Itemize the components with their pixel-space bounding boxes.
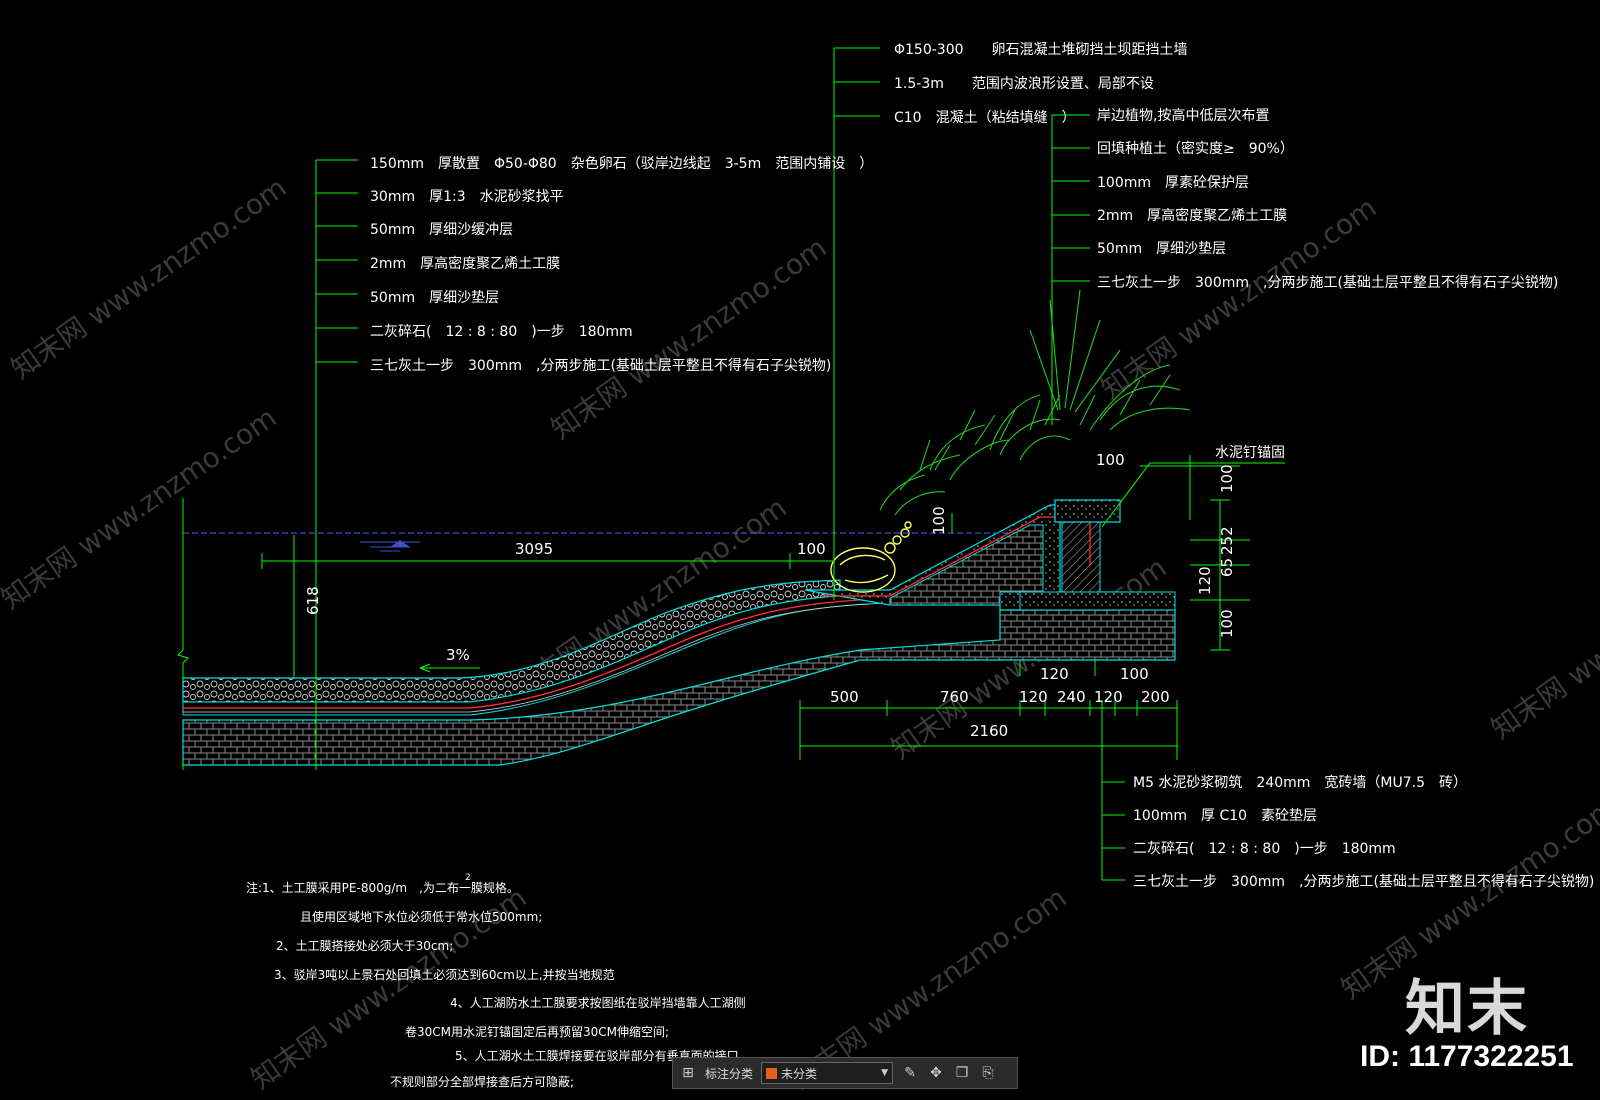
dim-r100b: 100 [1218,609,1236,638]
dim-b120c: 120 [1094,688,1123,706]
dim-r100a: 100 [1218,464,1236,493]
dim-b2160: 2160 [970,722,1008,740]
left-layer-label: 30mm 厚1:3 水泥砂浆找平 [370,189,564,205]
color-swatch-icon [766,1067,778,1079]
right-layer-label: 100mm 厚素砼保护层 [1097,175,1249,191]
dim-618: 618 [304,586,322,615]
dim-r65: 65 [1218,558,1236,577]
dim-100-top: 100 [1096,451,1125,469]
watermark-text: 知末网 www.znzmo.com [1485,531,1600,746]
right-layer-label: 50mm 厚细沙垫层 [1097,241,1226,257]
dim-b500: 500 [830,688,859,706]
top-note: 1.5-3m 范围内波浪形设置、局部不设 [894,75,1154,92]
note-line: 卷30CM用水泥钉锚固定后再预留30CM伸缩空间; [405,1024,669,1039]
category-select-value: 未分类 [781,1066,818,1081]
cad-drawing: 知末网 www.znzmo.com 知末网 www.znzmo.com 知末网 … [0,42,1600,1096]
dim-b120b: 120 [1019,688,1048,706]
top-note: C10 混凝土（粘结填缝 ） [894,110,1076,126]
top-leaders [834,47,880,117]
chevron-down-icon: ▼ [881,1068,889,1078]
note-line: 3、驳岸3吨以上景石处回填土必须达到60cm以上,并按当地规范 [274,967,615,982]
left-layer-label: 150mm 厚散置 Φ50-Φ80 杂色卵石（驳岸边线起 3-5m 范围内铺设 … [370,155,873,172]
watermarks: 知末网 www.znzmo.com 知末网 www.znzmo.com 知末网 … [0,171,1600,1096]
wall-cap [1054,499,1121,523]
dim-100-mid: 100 [930,506,948,535]
toolbar-label: 标注分类 [705,1066,754,1081]
dim-100-left: 100 [797,540,826,558]
right-layer-label: 回填种植土（密实度≥ 90%） [1097,140,1294,157]
note-line: 且使用区域地下水位必须低于常水位500mm; [300,909,542,924]
retaining-wall [1061,521,1101,593]
dim-b120a: 120 [1040,665,1069,683]
bank-plants [879,289,1191,516]
left-layer-label: 三七灰土一步 300mm ,分两步施工(基础土层平整且不得有石子尖锐物) [370,357,831,374]
grid-icon[interactable]: ⊞ [679,1064,697,1082]
bottom-right-leaders [1102,781,1125,881]
watermark-text: 知末网 www.znzmo.com [0,401,282,616]
dim-slope: 3% [446,646,470,664]
bottom-layer-label: 二灰碎石( 12 : 8 : 80 )一步 180mm [1133,841,1396,857]
right-layer-label: 岸边植物,按高中低层次布置 [1097,107,1269,124]
right-layer-label: 三七灰土一步 300mm ,分两步施工(基础土层平整且不得有石子尖锐物) [1097,274,1558,291]
asset-id: ID: 1177322251 [1360,1040,1574,1073]
dim-b760: 760 [940,688,969,706]
left-layer-label: 50mm 厚细沙垫层 [370,290,499,306]
watermark-text: 知末网 www.znzmo.com [5,171,292,386]
left-layer-label: 50mm 厚细沙缓冲层 [370,222,513,238]
right-layer-label: 2mm 厚高密度聚乙烯土工膜 [1097,207,1287,224]
bottom-layer-label: M5 水泥砂浆砌筑 240mm 宽砖墙（MU7.5 砖） [1133,774,1467,791]
annotation-toolbar: ⊞ 标注分类 未分类 ▼ ✎ ✥ ❐ ⎘ [672,1057,1018,1089]
top-note: Φ150-300 卵石混凝土堆砌挡土坝距挡土墙 [894,42,1188,58]
bottom-layer-label: 三七灰土一步 300mm ,分两步施工(基础土层平整且不得有石子尖锐物) [1133,873,1594,890]
category-select[interactable]: 未分类 ▼ [761,1062,894,1084]
copy-icon[interactable]: ❐ [953,1064,971,1082]
right-layers: 岸边植物,按高中低层次布置 回填种植土（密实度≥ 90%） 100mm 厚素砼保… [1097,107,1558,291]
dim-b240: 240 [1057,688,1086,706]
note-superscript: 2 [465,873,471,883]
znzmo-logo: 知末 [1405,974,1529,1044]
dim-3095: 3095 [515,540,553,558]
left-leaders [316,159,358,363]
note-line: 2、土工膜搭接处必须大于30cm; [276,938,453,953]
paste-icon[interactable]: ⎘ [979,1064,997,1082]
dim-r120: 120 [1196,566,1214,595]
move-icon[interactable]: ✥ [927,1064,945,1082]
edit-icon[interactable]: ✎ [901,1064,919,1082]
note-line: 注:1、土工膜采用PE-800g/m ,为二布一膜规格。 [246,880,519,895]
water-line [183,532,1010,552]
wall-footing [1019,591,1176,611]
note-line: 4、人工湖防水土工膜要求按图纸在驳岸挡墙靠人工湖侧 [450,995,746,1010]
anchor-callout: 水泥钉锚固 [1101,445,1285,528]
anchor-label: 水泥钉锚固 [1215,445,1285,461]
note-line: 不规则部分全部焊接查后方可隐蔽; [390,1074,574,1089]
bottom-layer-label: 100mm 厚 C10 素砼垫层 [1133,808,1317,824]
dim-b100: 100 [1120,665,1149,683]
dim-r252: 252 [1218,526,1236,555]
dim-b200: 200 [1141,688,1170,706]
right-leaders [1052,114,1090,282]
left-layer-label: 二灰碎石( 12 : 8 : 80 )一步 180mm [370,324,633,340]
left-layer-label: 2mm 厚高密度聚乙烯土工膜 [370,255,560,272]
